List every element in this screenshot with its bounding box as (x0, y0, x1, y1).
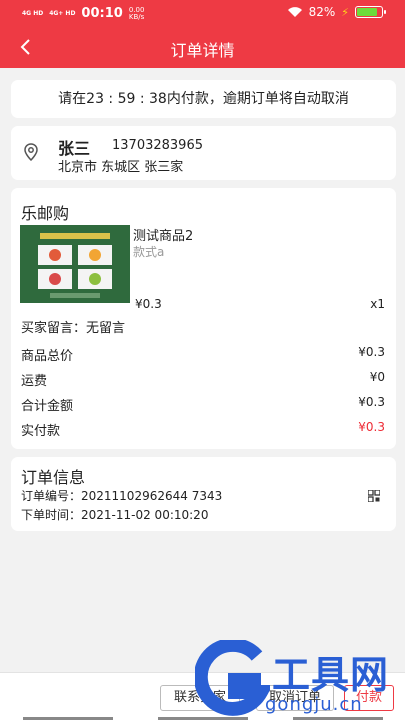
signal-2: 4G+ HD (49, 9, 76, 17)
row-value: ¥0.3 (358, 420, 385, 434)
copy-icon[interactable] (368, 490, 380, 502)
buyer-note: 买家留言：无留言 (21, 321, 126, 336)
payment-countdown: 请在23 : 59 : 38内付款，逾期订单将自动取消 (11, 80, 396, 118)
signal-1: 4G HD (22, 9, 44, 17)
order-number: 订单编号：20211102962644 7343 (21, 489, 223, 503)
product-quantity: x1 (370, 297, 385, 311)
product-name: 测试商品2 (133, 229, 194, 244)
shop-name: 乐邮购 (21, 204, 70, 223)
order-card: 乐邮购 测试商品2 款式a ¥0.3 x1 买家留言：无留言 商品总价 ¥0.3… (11, 188, 396, 449)
speed-unit: KB/s (128, 12, 145, 21)
order-info-title: 订单信息 (21, 468, 86, 487)
product-thumbnail[interactable] (20, 225, 130, 303)
page-title: 订单详情 (170, 41, 235, 60)
summary-row-subtotal: 商品总价 ¥0.3 (21, 345, 385, 364)
bottom-action-bar: 联系卖家 取消订单 付款 (0, 672, 405, 720)
nav-bar: 订单详情 (0, 26, 405, 68)
order-info-card: 订单信息 订单编号：20211102962644 7343 下单时间：2021-… (11, 457, 396, 531)
row-value: ¥0.3 (358, 395, 385, 409)
row-label: 商品总价 (21, 349, 74, 364)
contact-seller-button[interactable]: 联系卖家 (160, 685, 240, 711)
summary-row-total: 合计金额 ¥0.3 (21, 395, 385, 414)
product-spec: 款式a (133, 245, 165, 259)
cancel-order-button[interactable]: 取消订单 (256, 685, 334, 711)
pay-button[interactable]: 付款 (344, 685, 394, 711)
status-time: 00:10 (81, 6, 123, 21)
row-label: 合计金额 (21, 399, 74, 414)
charging-icon: ⚡ (341, 5, 349, 19)
network-speed: 0.00 KB/s (128, 6, 145, 21)
summary-row-shipping: 运费 ¥0 (21, 370, 385, 389)
row-label: 运费 (21, 374, 48, 389)
status-bar: 4G HD 4G+ HD 00:10 0.00 KB/s 82% ⚡ (0, 0, 405, 26)
battery-percent: 82% (308, 5, 336, 19)
receiver-phone: 13703283965 (112, 138, 203, 153)
address-card: 张三 13703283965 北京市 东城区 张三家 (11, 126, 396, 180)
battery-icon (355, 6, 386, 18)
product-price: ¥0.3 (135, 297, 162, 311)
row-value: ¥0.3 (358, 345, 385, 359)
product-image (20, 225, 130, 303)
receiver-address: 北京市 东城区 张三家 (58, 160, 184, 175)
row-value: ¥0 (369, 370, 385, 384)
wifi-icon (287, 7, 302, 17)
summary-row-paid: 实付款 ¥0.3 (21, 420, 385, 439)
order-time: 下单时间：2021-11-02 00:10:20 (21, 508, 209, 522)
location-pin-icon (24, 143, 38, 161)
row-label: 实付款 (21, 424, 61, 439)
